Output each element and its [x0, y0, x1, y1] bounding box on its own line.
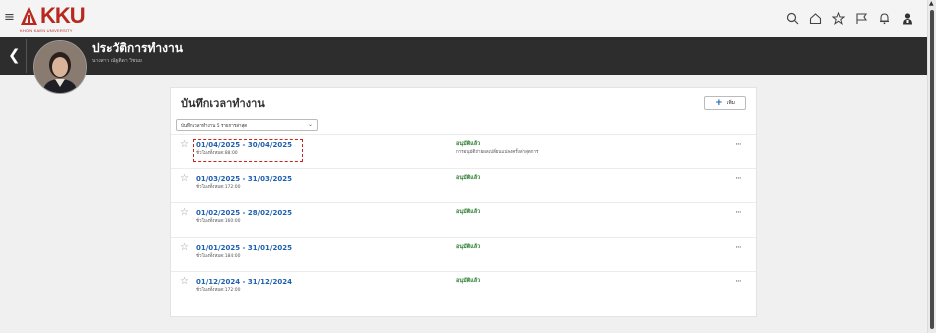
back-button[interactable]: ❮	[8, 48, 21, 63]
favorite-star-icon[interactable]: ☆	[180, 208, 189, 218]
total-hours: ชั่วโมงทั้งหมด:172:00	[196, 185, 241, 190]
divider	[26, 39, 27, 73]
avatar-photo-icon	[34, 41, 86, 93]
add-button[interactable]: + เพิ่ม	[704, 96, 746, 110]
favorite-star-icon[interactable]: ☆	[180, 243, 189, 253]
status-badge: อนุมัติแล้ว	[456, 244, 481, 250]
card-title: บันทึกเวลาทำงาน	[181, 97, 265, 110]
timesheet-row[interactable]: ☆ 01/01/2025 - 31/01/2025 ชั่วโมงทั้งหมด:1…	[171, 237, 756, 272]
employee-name: นางสาว ณัฐติดา วิชนย	[92, 58, 142, 64]
more-options-icon[interactable]: ···	[735, 141, 742, 150]
filter-dropdown[interactable]: บันทึกเวลาทำงาน 5 รายการล่าสุด ⌄	[176, 119, 318, 131]
more-options-icon[interactable]: ···	[735, 209, 742, 218]
period-range-link[interactable]: 01/03/2025 - 31/03/2025	[196, 175, 292, 183]
plus-icon: +	[715, 97, 723, 108]
scroll-up-icon[interactable]: ▲	[929, 1, 934, 7]
highlight-annotation	[193, 139, 303, 162]
kku-logo[interactable]: KKU KHON KAEN UNIVERSITY	[20, 4, 90, 34]
period-range-link[interactable]: 01/12/2024 - 31/12/2024	[196, 278, 292, 286]
chevron-down-icon: ⌄	[307, 121, 313, 128]
period-range-link[interactable]: 01/02/2025 - 28/02/2025	[196, 209, 292, 217]
total-hours: ชั่วโมงทั้งหมด:172:00	[196, 288, 241, 293]
bell-icon[interactable]	[878, 12, 891, 25]
star-icon[interactable]	[832, 12, 845, 25]
timesheet-card: บันทึกเวลาทำงาน + เพิ่ม บันทึกเวลาทำงาน …	[170, 87, 757, 317]
scrollbar-thumb[interactable]	[930, 10, 934, 329]
more-options-icon[interactable]: ···	[735, 278, 742, 287]
status-badge: อนุมัติแล้ว	[456, 141, 481, 147]
scrollbar[interactable]: ▲	[927, 0, 936, 333]
timesheet-row[interactable]: ☆ 01/02/2025 - 28/02/2025 ชั่วโมงทั้งหมด:1…	[171, 202, 756, 237]
status-badge: อนุมัติแล้ว	[456, 278, 481, 284]
total-hours: ชั่วโมงทั้งหมด:160:00	[196, 219, 241, 224]
page-title: ประวัติการทำงาน	[92, 41, 183, 55]
filter-value: บันทึกเวลาทำงาน 5 รายการล่าสุด	[181, 124, 248, 129]
search-icon[interactable]	[786, 12, 799, 25]
total-hours: ชั่วโมงทั้งหมด:184:00	[196, 254, 241, 259]
status-badge: อนุมัติแล้ว	[456, 209, 481, 215]
logo-text: KKU	[40, 3, 86, 28]
top-bar: ≡ KKU KHON KAEN UNIVERSITY	[0, 0, 928, 38]
home-icon[interactable]	[809, 12, 822, 25]
add-button-label: เพิ่ม	[726, 100, 735, 106]
logo-mark-icon	[21, 7, 37, 25]
favorite-star-icon[interactable]: ☆	[180, 140, 189, 150]
hamburger-menu-icon[interactable]: ≡	[4, 11, 15, 24]
timesheet-row[interactable]: ☆ 01/04/2025 - 30/04/2025 ชั่วโมงทั้งหมด:8…	[171, 134, 756, 169]
more-options-icon[interactable]: ···	[735, 244, 742, 253]
period-range-link[interactable]: 01/01/2025 - 31/01/2025	[196, 244, 292, 252]
status-note: การอนุมัติถ่ายผลเปลี่ยนแปลงครั้งล่าสุดกา…	[456, 150, 539, 155]
user-icon[interactable]	[901, 12, 914, 25]
status-badge: อนุมัติแล้ว	[456, 175, 481, 181]
avatar	[33, 40, 87, 94]
favorite-star-icon[interactable]: ☆	[180, 277, 189, 287]
flag-icon[interactable]	[855, 12, 868, 25]
timesheet-row[interactable]: ☆ 01/03/2025 - 31/03/2025 ชั่วโมงทั้งหมด:1…	[171, 168, 756, 203]
logo-subtitle: KHON KAEN UNIVERSITY	[20, 28, 73, 33]
more-options-icon[interactable]: ···	[735, 175, 742, 184]
profile-header: ❮ ประวัติการทำงาน นางสาว ณัฐติดา วิชนย	[0, 37, 928, 75]
favorite-star-icon[interactable]: ☆	[180, 174, 189, 184]
timesheet-row[interactable]: ☆ 01/12/2024 - 31/12/2024 ชั่วโมงทั้งหมด:1…	[171, 271, 756, 306]
top-icon-bar	[786, 12, 914, 25]
